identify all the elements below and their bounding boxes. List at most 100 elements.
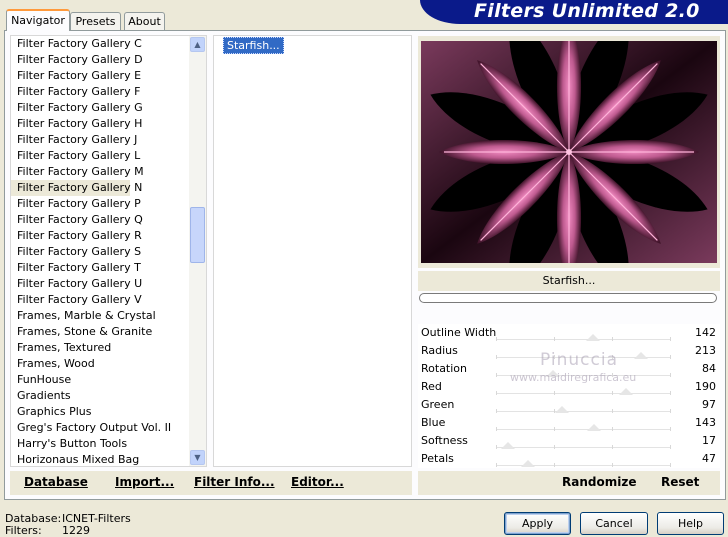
category-item[interactable]: Filter Factory Gallery F — [11, 84, 140, 100]
import-button[interactable]: Import... — [115, 475, 174, 489]
category-item[interactable]: Filter Factory Gallery L — [11, 148, 140, 164]
category-item[interactable]: Filter Factory Gallery U — [11, 276, 142, 292]
category-item[interactable]: Filter Factory Gallery N — [11, 180, 142, 196]
parameter-label: Rotation — [421, 362, 468, 375]
category-item[interactable]: Filter Factory Gallery R — [11, 228, 142, 244]
reset-button[interactable]: Reset — [661, 475, 699, 489]
tab-navigator[interactable]: Navigator — [6, 9, 70, 31]
status-filters-label: Filters: — [5, 524, 42, 537]
parameter-value: 190 — [695, 380, 716, 393]
slider-tick — [496, 373, 497, 377]
parameter-slider-thumb[interactable] — [586, 424, 601, 431]
parameter-slider-thumb[interactable] — [500, 442, 515, 449]
category-item[interactable]: Filter Factory Gallery C — [11, 36, 142, 52]
parameter-row[interactable]: Petals 47 — [418, 450, 720, 468]
parameter-row[interactable]: Green 97 — [418, 396, 720, 414]
scroll-up-icon[interactable]: ▲ — [190, 37, 205, 52]
cancel-button[interactable]: Cancel — [580, 512, 648, 535]
slider-tick — [496, 445, 497, 449]
scroll-thumb[interactable] — [190, 206, 205, 263]
category-item[interactable]: Graphics Plus — [11, 404, 130, 420]
parameter-value: 97 — [702, 398, 716, 411]
slider-tick — [670, 373, 671, 377]
parameter-slider-thumb[interactable] — [555, 406, 570, 413]
parameter-label: Petals — [421, 452, 454, 465]
category-item[interactable]: Filter Factory Gallery J — [11, 132, 137, 148]
parameter-label: Softness — [421, 434, 468, 447]
slider-tick — [496, 463, 497, 467]
category-item[interactable]: Filter Factory Gallery V — [11, 292, 142, 308]
parameter-value: 17 — [702, 434, 716, 447]
category-item[interactable]: Harry's Button Tools — [11, 436, 130, 452]
slider-tick — [554, 391, 555, 395]
parameter-label: Blue — [421, 416, 446, 429]
database-button[interactable]: Database — [24, 475, 88, 489]
parameter-row[interactable]: Softness 17 — [418, 432, 720, 450]
category-item[interactable]: Frames, Marble & Crystal — [11, 308, 156, 324]
tab-presets[interactable]: Presets — [70, 12, 121, 30]
parameter-slider-track[interactable] — [496, 429, 670, 430]
category-item[interactable]: Filter Factory Gallery T — [11, 260, 141, 276]
parameter-row[interactable]: Blue 143 — [418, 414, 720, 432]
preview-filter-name: Starfish... — [418, 271, 720, 291]
category-item[interactable]: Filter Factory Gallery G — [11, 100, 143, 116]
slider-tick — [612, 427, 613, 431]
category-item[interactable]: Frames, Wood — [11, 356, 130, 372]
category-list[interactable]: Filter Factory Gallery C Filter Factory G… — [10, 35, 207, 467]
slider-tick — [554, 427, 555, 431]
slider-tick — [670, 445, 671, 449]
category-item[interactable]: Greg's Factory Output Vol. II — [11, 420, 171, 436]
editor-button[interactable]: Editor... — [291, 475, 344, 489]
category-item[interactable]: Filter Factory Gallery D — [11, 52, 143, 68]
tab-about[interactable]: About — [124, 12, 165, 30]
help-button[interactable]: Help — [657, 512, 724, 535]
parameter-value: 142 — [695, 326, 716, 339]
parameter-slider-thumb[interactable] — [618, 388, 633, 395]
slider-tick — [670, 463, 671, 467]
category-item[interactable]: Frames, Textured — [11, 340, 130, 356]
category-item[interactable]: Filter Factory Gallery E — [11, 68, 141, 84]
category-item[interactable]: Filter Factory Gallery S — [11, 244, 141, 260]
category-item[interactable]: Horizonaus Mixed Bag — [11, 452, 139, 466]
watermark-name: Pinuccia — [540, 350, 618, 370]
slider-tick — [612, 337, 613, 341]
category-item[interactable]: Filter Factory Gallery M — [11, 164, 144, 180]
slider-tick — [496, 409, 497, 413]
parameter-slider-track[interactable] — [496, 411, 670, 412]
filter-info-button[interactable]: Filter Info... — [194, 475, 275, 489]
parameter-slider-track[interactable] — [496, 447, 670, 448]
slider-tick — [496, 355, 497, 359]
parameter-slider-thumb[interactable] — [521, 460, 536, 467]
slider-tick — [670, 409, 671, 413]
category-item[interactable]: FunHouse — [11, 372, 130, 388]
filter-item-starfish[interactable]: Starfish... — [223, 37, 284, 54]
watermark-url: www.maidiregrafica.eu — [510, 371, 637, 384]
parameter-value: 47 — [702, 452, 716, 465]
database-label: Database — [24, 475, 88, 489]
parameter-slider-thumb[interactable] — [634, 352, 649, 359]
parameter-slider-thumb[interactable] — [585, 334, 600, 341]
category-item[interactable]: Filter Factory Gallery P — [11, 196, 141, 212]
category-item[interactable]: Gradients — [11, 388, 130, 404]
slider-tick — [554, 445, 555, 449]
slider-tick — [554, 337, 555, 341]
import-label: Import... — [115, 475, 175, 489]
slider-tick — [670, 391, 671, 395]
parameter-value: 213 — [695, 344, 716, 357]
scroll-down-icon[interactable]: ▼ — [190, 450, 205, 465]
preview-image — [421, 41, 717, 263]
filter-list[interactable]: Starfish... — [213, 35, 412, 467]
apply-button[interactable]: Apply — [504, 512, 571, 535]
randomize-button[interactable]: Randomize — [562, 475, 636, 489]
category-item[interactable]: Filter Factory Gallery H — [11, 116, 142, 132]
parameter-label: Red — [421, 380, 442, 393]
parameter-slider-track[interactable] — [496, 339, 670, 340]
category-item[interactable]: Filter Factory Gallery Q — [11, 212, 143, 228]
slider-tick — [554, 463, 555, 467]
parameter-row[interactable]: Outline Width 142 — [418, 324, 720, 342]
parameter-list: Outline Width 142 Radius 213 Rotation 84 Red 19… — [418, 324, 720, 468]
slider-tick — [670, 337, 671, 341]
parameter-slider-track[interactable] — [496, 393, 670, 394]
category-item[interactable]: Frames, Stone & Granite — [11, 324, 152, 340]
category-scrollbar[interactable]: ▲ ▼ — [189, 36, 206, 466]
